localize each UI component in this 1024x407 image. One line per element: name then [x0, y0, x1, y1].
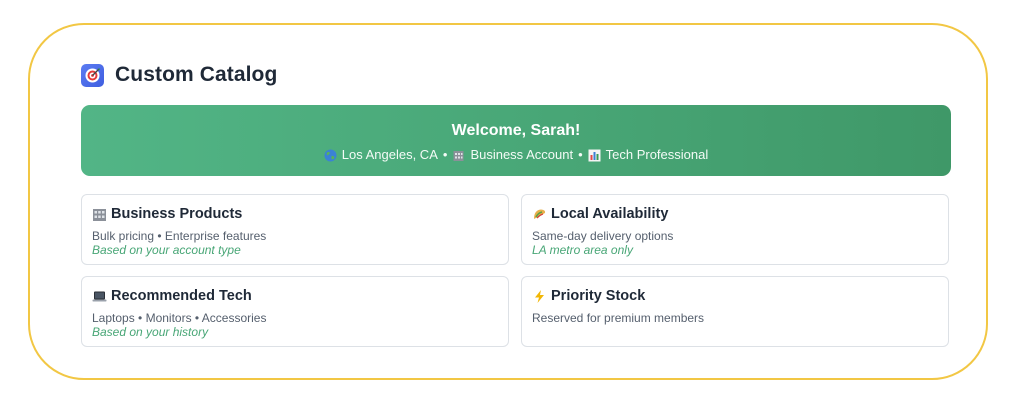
card-priority-stock[interactable]: Priority Stock Reserved for premium memb… [521, 276, 949, 347]
card-title: Business Products [111, 206, 243, 222]
card-description: Bulk pricing • Enterprise features [92, 229, 267, 243]
card-title: Recommended Tech [111, 288, 252, 304]
lightning-icon [532, 289, 547, 304]
office-building-icon [92, 207, 107, 222]
globe-icon [324, 149, 337, 162]
card-description: Same-day delivery options [532, 229, 674, 243]
bar-chart-icon [588, 149, 601, 162]
card-recommended-tech[interactable]: Recommended Tech Laptops • Monitors • Ac… [81, 276, 509, 347]
laptop-icon [92, 289, 107, 304]
account-type-text: Business Account [470, 147, 574, 162]
location-text: Los Angeles, CA [341, 147, 438, 162]
separator: • [578, 147, 583, 162]
office-building-icon [452, 149, 465, 162]
card-note: Based on your account type [92, 243, 241, 257]
card-note: LA metro area only [532, 243, 633, 257]
card-description: Reserved for premium members [532, 311, 705, 325]
card-note: Based on your history [92, 325, 209, 339]
welcome-message: Welcome, Sarah! [451, 122, 581, 139]
profile-text: Tech Professional [605, 147, 709, 162]
page-title: Custom Catalog [115, 63, 278, 86]
card-description: Laptops • Monitors • Accessories [92, 311, 267, 325]
welcome-banner: Welcome, Sarah! Los Angeles, CA • Busine… [81, 105, 951, 176]
card-local-availability[interactable]: Local Availability Same-day delivery opt… [521, 194, 949, 265]
taco-icon [532, 207, 547, 222]
separator: • [442, 147, 448, 162]
card-title: Priority Stock [551, 288, 646, 304]
card-business-products[interactable]: Business Products Bulk pricing • Enterpr… [81, 194, 509, 265]
dart-target-icon [81, 63, 104, 87]
catalog-header: Custom Catalog [81, 62, 277, 88]
card-title: Local Availability [551, 206, 669, 222]
profile-summary: Los Angeles, CA • Business Account • Tec… [81, 147, 951, 163]
